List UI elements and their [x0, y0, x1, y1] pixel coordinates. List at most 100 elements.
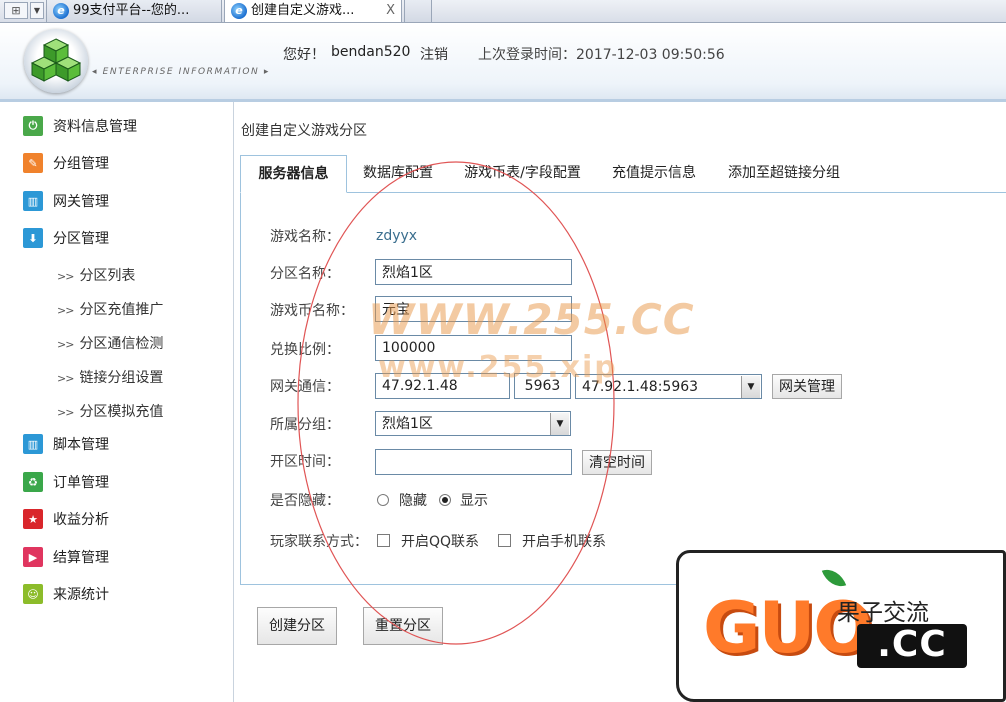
sidebar-subitem-label: 链接分组设置: [79, 370, 164, 386]
group-select-value: 烈焰1区: [382, 416, 433, 432]
sidebar-item-label: 资料信息管理: [53, 119, 137, 135]
tab-list-dropdown-icon[interactable]: ▼: [30, 2, 44, 19]
show-radio[interactable]: [439, 494, 451, 506]
guo-cn-text: 果子交流: [837, 600, 929, 626]
new-tab-button[interactable]: [404, 0, 432, 22]
sidebar-item-7[interactable]: ★ 收益分析: [23, 508, 109, 530]
group-select[interactable]: 烈焰1区 ▼: [375, 411, 571, 436]
sidebar-subitem-2[interactable]: >> 分区充值推广: [57, 299, 163, 319]
reset-zone-button[interactable]: 重置分区: [363, 607, 443, 645]
sidebar-subitem-label: 分区充值推广: [79, 302, 164, 318]
phone-contact-label: 开启手机联系: [522, 534, 606, 550]
exchange-ratio-input[interactable]: [375, 335, 572, 361]
page-title: 创建自定义游戏分区: [241, 123, 367, 139]
double-chevron-right-icon: >>: [57, 304, 74, 317]
gateway-select[interactable]: 47.92.1.48:5963 ▼: [575, 374, 762, 399]
gateway-select-value: 47.92.1.48:5963: [582, 379, 699, 395]
pencil-icon: ✎: [23, 153, 43, 173]
username: bendan520: [331, 44, 411, 60]
last-login-time: 上次登录时间：2017-12-03 09:50:56: [478, 47, 725, 63]
sidebar-subitem-1[interactable]: >> 分区列表: [57, 265, 135, 285]
logo: [24, 29, 88, 93]
sidebar-subitem-3[interactable]: >> 分区通信检测: [57, 333, 163, 353]
gateway-icon: ▥: [23, 191, 43, 211]
power-icon: ⏻: [23, 116, 43, 136]
page-header: ◂ ENTERPRISE INFORMATION ▸ 您好！ bendan520…: [0, 23, 1006, 102]
gateway-label: 网关通信：: [270, 379, 340, 395]
ie-icon: e: [53, 3, 69, 19]
create-zone-button[interactable]: 创建分区: [257, 607, 337, 645]
gateway-manage-button[interactable]: 网关管理: [772, 374, 842, 399]
open-time-label: 开区时间：: [270, 454, 340, 470]
browser-tab-strip: ⊞ ▼ e 99支付平台--您的... e 创建自定义游戏... X: [0, 0, 1006, 23]
zone-name-label: 分区名称：: [270, 266, 340, 282]
double-chevron-right-icon: >>: [57, 372, 74, 385]
currency-name-input[interactable]: [375, 296, 572, 322]
hidden-label: 是否隐藏：: [270, 493, 340, 509]
game-name-label: 游戏名称：: [270, 229, 340, 245]
script-icon: ▥: [23, 434, 43, 454]
smile-icon: ☺: [23, 584, 43, 604]
star-icon: ★: [23, 509, 43, 529]
tab-recharge-tips[interactable]: 充值提示信息: [608, 155, 700, 192]
currency-name-label: 游戏币名称：: [270, 303, 354, 319]
sidebar-item-9[interactable]: ☺ 来源统计: [23, 583, 109, 605]
browser-tab-1[interactable]: e 99支付平台--您的...: [46, 0, 222, 22]
hidden-option-label: 隐藏: [399, 493, 427, 509]
browser-tab-2[interactable]: e 创建自定义游戏... X: [224, 0, 402, 22]
qq-contact-label: 开启QQ联系: [401, 534, 480, 550]
chevron-down-icon: ▼: [550, 413, 569, 435]
sidebar-subitem-label: 分区模拟充值: [79, 404, 164, 420]
enterprise-tagline: ◂ ENTERPRISE INFORMATION ▸: [92, 67, 270, 77]
browser-tab-label: 创建自定义游戏...: [251, 3, 355, 18]
sidebar-item-label: 结算管理: [53, 550, 109, 566]
clear-time-button[interactable]: 清空时间: [582, 450, 652, 475]
double-chevron-right-icon: >>: [57, 270, 74, 283]
sidebar-item-8[interactable]: ▶ 结算管理: [23, 546, 109, 568]
tab-server-info[interactable]: 服务器信息: [240, 155, 347, 193]
double-chevron-right-icon: >>: [57, 338, 74, 351]
tab-database-config[interactable]: 数据库配置: [360, 155, 436, 192]
sidebar-item-label: 分区管理: [53, 231, 109, 247]
hidden-radio[interactable]: [377, 494, 389, 506]
sidebar-item-1[interactable]: ⏻ 资料信息管理: [23, 115, 137, 137]
phone-contact-checkbox[interactable]: [498, 534, 511, 547]
sidebar-item-3[interactable]: ▥ 网关管理: [23, 190, 109, 212]
logout-link[interactable]: 注销: [420, 44, 448, 64]
open-time-input[interactable]: [375, 449, 572, 475]
sidebar-subitem-4[interactable]: >> 链接分组设置: [57, 367, 163, 387]
tab-currency-table-config[interactable]: 游戏币表/字段配置: [460, 155, 585, 192]
close-tab-icon[interactable]: X: [386, 0, 395, 21]
exchange-ratio-label: 兑换比例：: [270, 342, 340, 358]
guo-domain-text: .CC: [857, 624, 967, 668]
browser-tab-label: 99支付平台--您的...: [73, 3, 190, 18]
recycle-icon: ♻: [23, 472, 43, 492]
sidebar-item-6[interactable]: ♻ 订单管理: [23, 471, 109, 493]
sidebar-item-label: 收益分析: [53, 512, 109, 528]
sidebar-item-label: 脚本管理: [53, 437, 109, 453]
zone-name-input[interactable]: [375, 259, 572, 285]
tab-add-to-link-group[interactable]: 添加至超链接分组: [723, 155, 845, 192]
sidebar-item-5[interactable]: ▥ 脚本管理: [23, 433, 109, 455]
sidebar-item-label: 分组管理: [53, 156, 109, 172]
sidebar-item-label: 网关管理: [53, 194, 109, 210]
tab-grid-icon[interactable]: ⊞: [4, 2, 28, 19]
play-icon: ▶: [23, 547, 43, 567]
guo-cc-logo: GUO 果子交流 .CC: [676, 550, 1006, 702]
sidebar-item-label: 订单管理: [53, 475, 109, 491]
sidebar-item-4[interactable]: ⬇ 分区管理: [23, 227, 109, 249]
show-option-label: 显示: [460, 493, 488, 509]
gateway-port-input[interactable]: [514, 373, 571, 399]
game-name-value: zdyyx: [376, 228, 418, 244]
contact-label: 玩家联系方式：: [270, 534, 368, 550]
sidebar-subitem-label: 分区通信检测: [79, 336, 164, 352]
gateway-ip-input[interactable]: [375, 373, 510, 399]
chevron-down-icon: ▼: [741, 376, 760, 398]
group-label: 所属分组：: [270, 417, 340, 433]
double-chevron-right-icon: >>: [57, 406, 74, 419]
qq-contact-checkbox[interactable]: [377, 534, 390, 547]
greeting-text: 您好！: [283, 47, 325, 63]
sidebar-subitem-label: 分区列表: [79, 268, 136, 284]
sidebar-subitem-5[interactable]: >> 分区模拟充值: [57, 401, 163, 421]
sidebar-item-2[interactable]: ✎ 分组管理: [23, 152, 109, 174]
